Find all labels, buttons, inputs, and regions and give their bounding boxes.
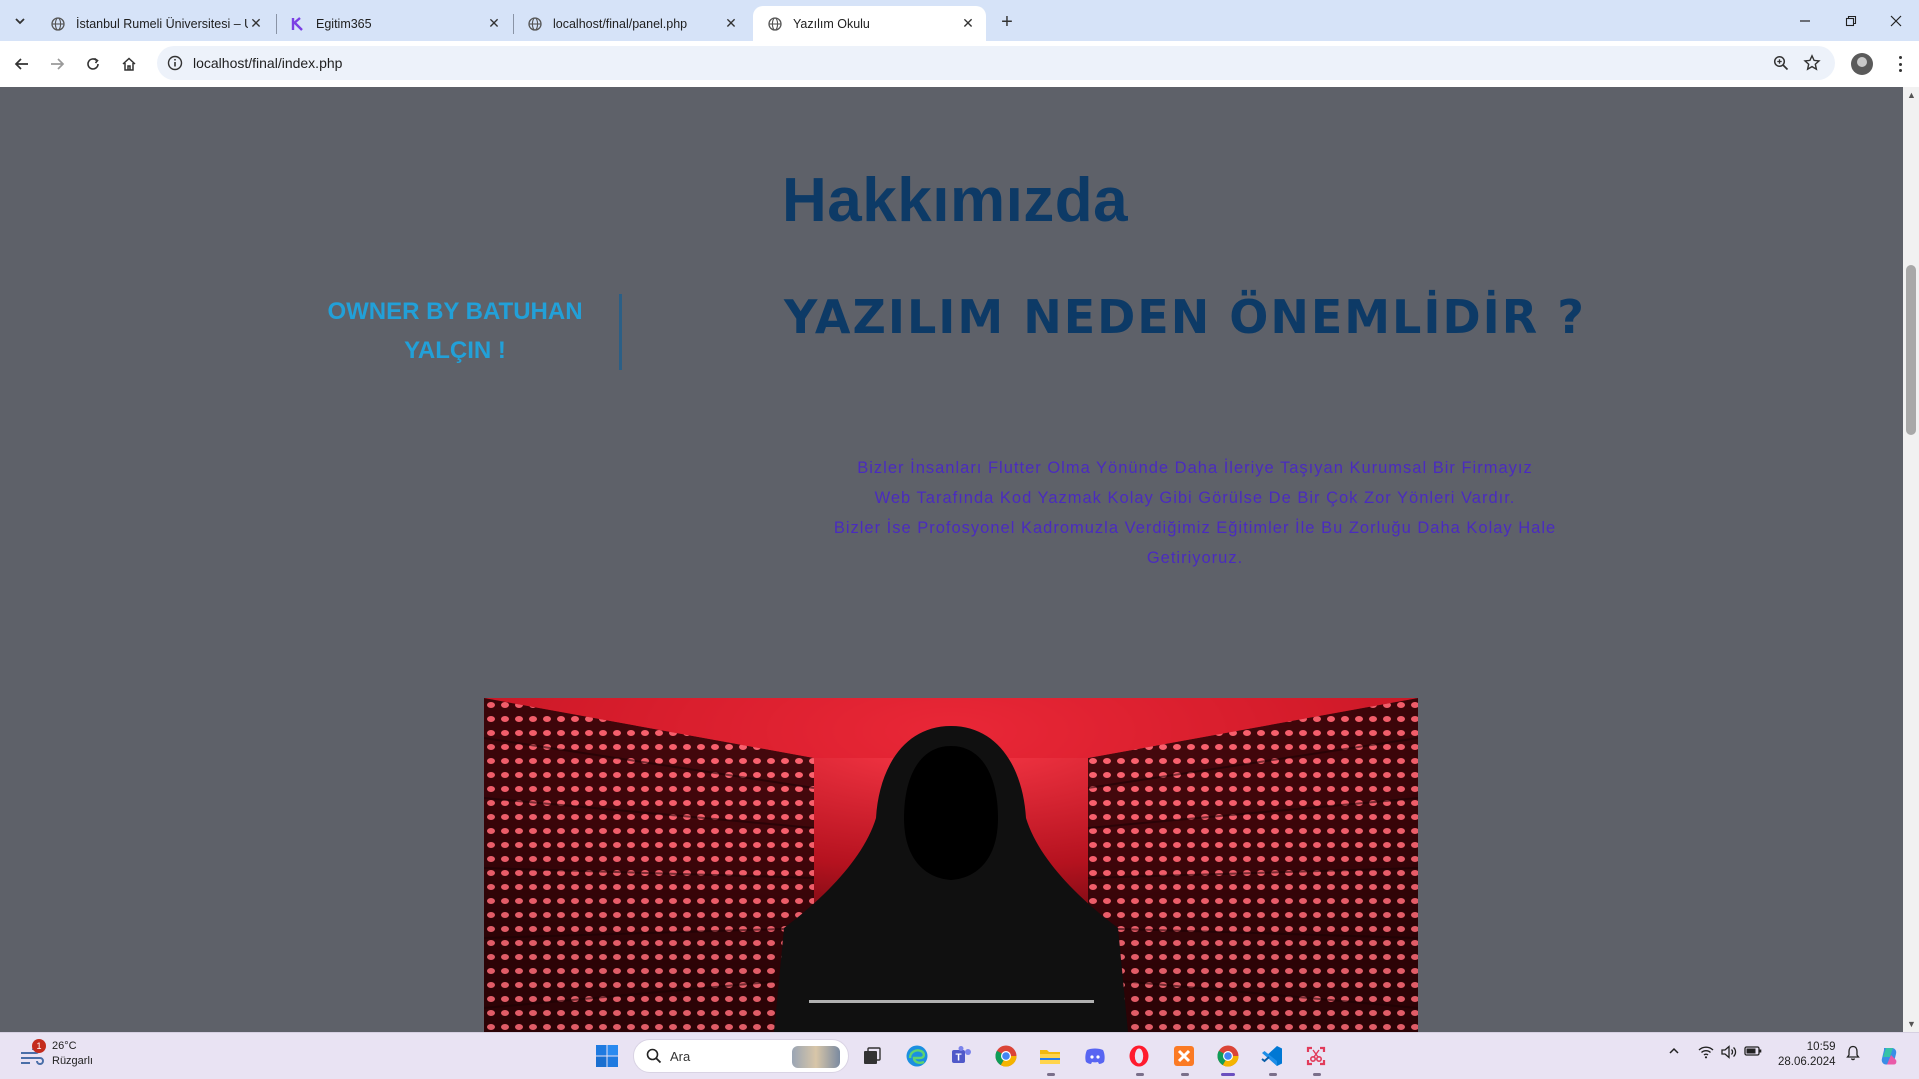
weather-widget[interactable]: 1 26°C Rüzgarlı [18, 1039, 93, 1069]
vertical-divider [619, 294, 622, 370]
restore-button[interactable] [1828, 8, 1874, 34]
tab-title: İstanbul Rumeli Üniversitesi – U [76, 16, 248, 31]
page-title: Hakkımızda [782, 166, 1129, 235]
discord-icon[interactable] [1081, 1042, 1109, 1070]
owner-line: YALÇIN ! [404, 337, 506, 364]
search-placeholder: Ara [670, 1049, 691, 1064]
url-text[interactable]: localhost/final/index.php [193, 55, 342, 71]
minimize-icon [1800, 20, 1810, 22]
paragraph-line: Web Tarafında Kod Yazmak Kolay Gibi Görü… [874, 489, 1516, 507]
reload-button[interactable] [79, 50, 107, 78]
opera-icon[interactable] [1125, 1042, 1153, 1070]
page-content: Hakkımızda OWNER BY BATUHAN YALÇIN ! YAZ… [0, 87, 1903, 1032]
chevron-up-icon [1669, 1047, 1679, 1054]
tab-yazilim-okulu[interactable]: Yazılım Okulu ✕ [753, 6, 986, 41]
show-hidden-icons-button[interactable] [1668, 1045, 1680, 1057]
owner-text: OWNER BY BATUHAN YALÇIN ! [300, 292, 610, 370]
bookmark-star-icon[interactable] [1803, 54, 1821, 72]
clock-time: 10:59 [1806, 1041, 1836, 1053]
running-indicator [1136, 1073, 1144, 1076]
site-info-icon[interactable] [167, 55, 183, 71]
wind-weather-icon: 1 [18, 1039, 48, 1069]
back-button[interactable] [8, 50, 36, 78]
windows-taskbar: 1 26°C Rüzgarlı Ara T 10:59 28.06.2024 [0, 1032, 1919, 1079]
running-indicator [1313, 1073, 1321, 1076]
zoom-icon[interactable] [1773, 55, 1789, 71]
restore-icon [1845, 15, 1857, 27]
tab-strip: İstanbul Rumeli Üniversitesi – U ✕ Egiti… [0, 0, 1919, 41]
file-explorer-icon[interactable] [1036, 1042, 1064, 1070]
weather-description: Rüzgarlı [52, 1055, 93, 1067]
tab-search-button[interactable] [8, 9, 32, 33]
wifi-icon[interactable] [1698, 1045, 1714, 1059]
close-icon[interactable]: ✕ [960, 15, 976, 32]
new-tab-button[interactable]: + [995, 10, 1019, 34]
weather-badge: 1 [32, 1039, 46, 1053]
running-indicator [1181, 1073, 1189, 1076]
chrome-icon[interactable] [1214, 1042, 1242, 1070]
hero-image-hooded-hacker [484, 698, 1418, 1032]
globe-icon [527, 16, 543, 32]
copilot-icon[interactable] [1878, 1045, 1900, 1067]
address-bar[interactable]: localhost/final/index.php [157, 46, 1835, 80]
profile-avatar[interactable] [1851, 53, 1873, 75]
close-icon [1890, 15, 1902, 27]
chrome-icon[interactable] [992, 1042, 1020, 1070]
home-icon [122, 57, 136, 71]
tab-istanbul-rumeli[interactable]: İstanbul Rumeli Üniversitesi – U ✕ [36, 6, 274, 41]
tab-title: Egitim365 [316, 16, 372, 31]
owner-line: OWNER BY BATUHAN [327, 298, 583, 325]
running-indicator-active [1221, 1073, 1235, 1076]
edge-icon[interactable] [903, 1042, 931, 1070]
egitim365-logo-icon [290, 16, 306, 32]
start-icon[interactable] [593, 1042, 621, 1070]
tab-title: localhost/final/panel.php [553, 16, 688, 31]
page-scrollbar[interactable]: ▲ ▼ [1903, 87, 1919, 1032]
running-indicator [1047, 1073, 1055, 1076]
clock-date: 28.06.2024 [1778, 1056, 1836, 1068]
system-clock[interactable]: 10:59 28.06.2024 [1778, 1040, 1836, 1070]
teams-icon[interactable]: T [947, 1042, 975, 1070]
section-heading: YAZILIM NEDEN ÖNEMLİDİR ? [784, 290, 1586, 344]
close-icon[interactable]: ✕ [486, 15, 502, 32]
reload-icon [87, 57, 99, 70]
browser-menu-icon[interactable] [1890, 53, 1910, 75]
home-button[interactable] [115, 50, 143, 78]
task-view-icon[interactable] [858, 1042, 886, 1070]
vscode-icon[interactable] [1258, 1042, 1286, 1070]
about-paragraph: Bizler İnsanları Flutter Olma Yönünde Da… [820, 453, 1570, 573]
paragraph-line: Bizler İse Profosyonel Kadromuzla Verdiğ… [833, 519, 1557, 537]
search-icon [646, 1048, 662, 1069]
search-highlight-image [792, 1046, 840, 1068]
paragraph-line: Bizler İnsanları Flutter Olma Yönünde Da… [857, 459, 1533, 477]
scroll-down-icon[interactable]: ▼ [1907, 1019, 1916, 1029]
volume-icon[interactable] [1721, 1045, 1737, 1059]
globe-icon [767, 16, 783, 32]
close-window-button[interactable] [1873, 8, 1919, 34]
tab-panel[interactable]: localhost/final/panel.php ✕ [513, 6, 749, 41]
xampp-icon[interactable] [1170, 1042, 1198, 1070]
taskbar-search-box[interactable]: Ara [633, 1039, 849, 1073]
weather-temperature: 26°C [52, 1040, 77, 1052]
paragraph-line: Getiriyoruz. [1146, 549, 1244, 567]
running-indicator [1269, 1073, 1277, 1076]
battery-icon[interactable] [1744, 1045, 1762, 1057]
scroll-up-icon[interactable]: ▲ [1907, 90, 1916, 100]
close-icon[interactable]: ✕ [248, 15, 264, 32]
browser-toolbar: localhost/final/index.php [0, 41, 1919, 88]
close-icon[interactable]: ✕ [723, 15, 739, 32]
snipping-tool-icon[interactable] [1302, 1042, 1330, 1070]
arrow-right-icon [51, 58, 65, 70]
arrow-left-icon [14, 58, 28, 70]
tab-title: Yazılım Okulu [793, 16, 870, 31]
scrollbar-thumb[interactable] [1906, 265, 1916, 435]
svg-text:T: T [956, 1053, 962, 1064]
tab-egitim365[interactable]: Egitim365 ✕ [276, 6, 512, 41]
chevron-down-icon [15, 18, 25, 25]
hacker-illustration [484, 698, 1418, 1032]
minimize-button[interactable] [1782, 8, 1828, 34]
notification-bell-icon[interactable] [1845, 1045, 1861, 1061]
forward-button[interactable] [43, 50, 71, 78]
globe-icon [50, 16, 66, 32]
